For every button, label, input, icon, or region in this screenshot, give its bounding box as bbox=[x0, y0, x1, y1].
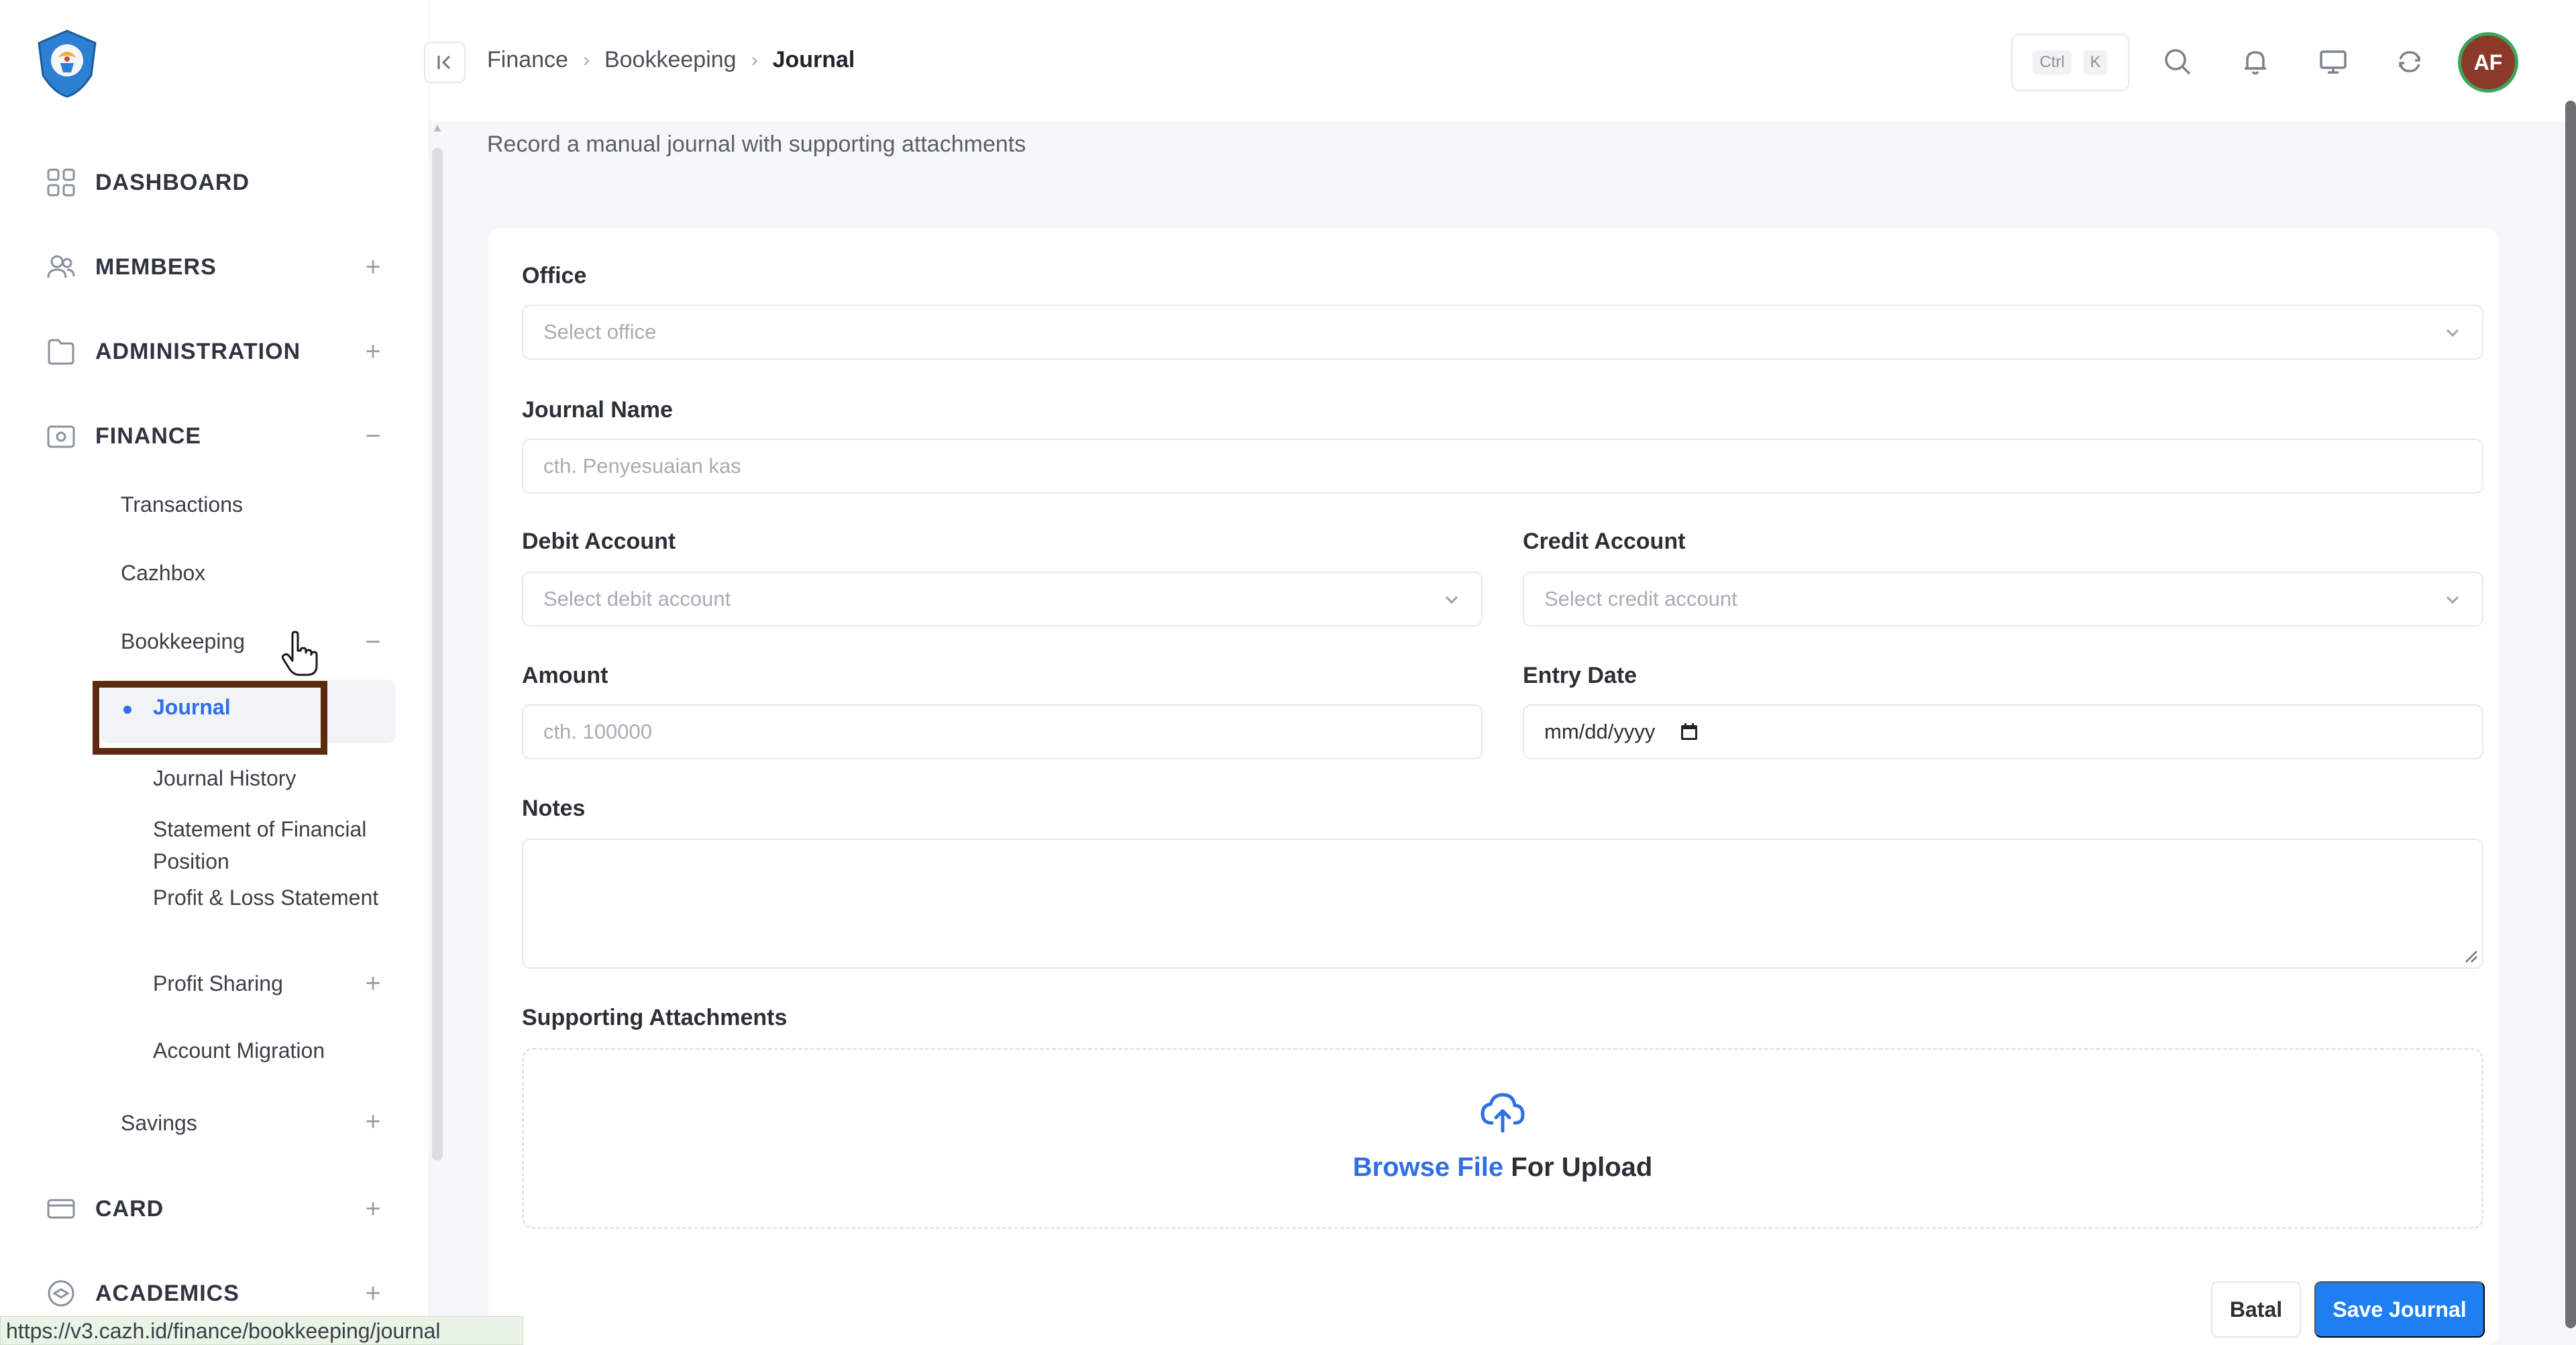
hand-cursor-icon bbox=[281, 631, 318, 676]
status-bar-url: https://v3.cazh.id/finance/bookkeeping/j… bbox=[0, 1316, 523, 1345]
debit-account-label: Debit Account bbox=[522, 529, 676, 554]
sidebar-item-label: MEMBERS bbox=[95, 254, 217, 280]
chevron-right-icon: › bbox=[751, 48, 758, 71]
sidebar-item-label: DASHBOARD bbox=[95, 169, 250, 195]
upload-instructions: Browse File For Upload bbox=[0, 1152, 2576, 1183]
credit-account-placeholder: Select credit account bbox=[1544, 587, 1737, 610]
cancel-button[interactable]: Batal bbox=[2211, 1281, 2301, 1338]
sidebar-item-savings[interactable]: Savings bbox=[121, 1111, 197, 1136]
expand-toggle[interactable]: + bbox=[360, 969, 386, 998]
attachments-label: Supporting Attachments bbox=[522, 1005, 788, 1030]
collapse-left-icon bbox=[437, 55, 451, 70]
sidebar-item-dashboard[interactable]: DASHBOARD bbox=[0, 156, 402, 209]
amount-input[interactable]: cth. 100000 bbox=[522, 704, 1483, 759]
resize-handle-icon[interactable] bbox=[2463, 949, 2478, 963]
folder-icon bbox=[46, 336, 76, 367]
kbd-k: K bbox=[2083, 50, 2108, 74]
journal-name-input[interactable]: cth. Penyesuaian kas bbox=[522, 439, 2483, 494]
academic-icon bbox=[46, 1278, 76, 1309]
sidebar-item-profit-sharing[interactable]: Profit Sharing bbox=[153, 967, 381, 1000]
sidebar-item-transactions[interactable]: Transactions bbox=[121, 492, 243, 517]
entry-date-placeholder: mm/dd/yyyy bbox=[1544, 720, 1656, 743]
expand-toggle[interactable]: + bbox=[360, 1279, 386, 1308]
breadcrumb-journal: Journal bbox=[772, 47, 855, 72]
scroll-up-icon[interactable]: ▲ bbox=[431, 121, 444, 134]
command-palette-shortcut[interactable]: Ctrl K bbox=[2011, 34, 2129, 91]
chevron-down-icon bbox=[1445, 596, 1458, 604]
cloud-upload-icon bbox=[1481, 1093, 1525, 1133]
sidebar-item-profit-loss[interactable]: Profit & Loss Statement bbox=[153, 881, 381, 914]
upload-suffix: For Upload bbox=[1503, 1152, 1653, 1182]
breadcrumb: Finance › Bookkeeping › Journal bbox=[487, 47, 855, 73]
expand-toggle[interactable]: + bbox=[360, 252, 386, 282]
collapse-sidebar-button[interactable] bbox=[424, 42, 466, 83]
kbd-ctrl: Ctrl bbox=[2033, 50, 2072, 74]
monitor-icon[interactable] bbox=[2314, 43, 2352, 80]
amount-label: Amount bbox=[522, 663, 608, 688]
breadcrumb-bookkeeping[interactable]: Bookkeeping bbox=[604, 47, 737, 73]
sidebar-item-journal-history[interactable]: Journal History bbox=[153, 762, 381, 794]
debit-account-select[interactable]: Select debit account bbox=[522, 572, 1483, 627]
save-journal-button[interactable]: Save Journal bbox=[2314, 1281, 2485, 1338]
amount-placeholder: cth. 100000 bbox=[543, 720, 653, 743]
chevron-down-icon bbox=[2446, 596, 2459, 604]
sidebar-item-academics[interactable]: ACADEMICS + bbox=[0, 1267, 402, 1320]
highlight-annotation bbox=[93, 681, 327, 755]
users-icon bbox=[46, 252, 76, 282]
chevron-down-icon bbox=[2446, 329, 2459, 337]
credit-account-label: Credit Account bbox=[1523, 529, 1686, 554]
grid-icon bbox=[46, 167, 76, 198]
calendar-icon[interactable] bbox=[1679, 722, 1699, 742]
avatar[interactable]: AF bbox=[2458, 32, 2518, 93]
sidebar-item-bookkeeping[interactable]: Bookkeeping bbox=[121, 629, 245, 654]
page-subtitle: Record a manual journal with supporting … bbox=[487, 131, 1026, 157]
logo-icon[interactable] bbox=[34, 28, 101, 99]
sidebar-item-label: ACADEMICS bbox=[95, 1280, 239, 1306]
expand-toggle[interactable]: + bbox=[360, 1107, 386, 1136]
sidebar-item-label: ADMINISTRATION bbox=[95, 338, 301, 364]
sidebar-item-cazhbox[interactable]: Cazhbox bbox=[121, 561, 205, 586]
bell-icon[interactable] bbox=[2237, 43, 2274, 80]
entry-date-input[interactable]: mm/dd/yyyy bbox=[1523, 704, 2483, 759]
sidebar-item-administration[interactable]: ADMINISTRATION + bbox=[0, 325, 402, 378]
collapse-toggle[interactable]: − bbox=[360, 421, 386, 451]
entry-date-label: Entry Date bbox=[1523, 663, 1638, 688]
sidebar: DASHBOARD MEMBERS + ADMINISTRATION + FIN… bbox=[0, 0, 429, 1345]
office-label: Office bbox=[522, 263, 587, 288]
chevron-right-icon: › bbox=[582, 48, 590, 71]
breadcrumb-finance[interactable]: Finance bbox=[487, 47, 568, 73]
page-scrollbar[interactable] bbox=[2565, 101, 2576, 1328]
card-icon bbox=[46, 1193, 76, 1224]
sidebar-item-members[interactable]: MEMBERS + bbox=[0, 240, 402, 294]
notes-label: Notes bbox=[522, 796, 586, 821]
sidebar-item-label: FINANCE bbox=[95, 423, 202, 449]
refresh-icon[interactable] bbox=[2391, 43, 2428, 80]
notes-textarea[interactable] bbox=[522, 839, 2483, 969]
journal-name-label: Journal Name bbox=[522, 397, 673, 423]
sidebar-item-finance[interactable]: FINANCE − bbox=[0, 409, 402, 463]
journal-name-placeholder: cth. Penyesuaian kas bbox=[543, 454, 741, 478]
collapse-toggle[interactable]: − bbox=[360, 627, 386, 657]
search-icon[interactable] bbox=[2159, 43, 2196, 80]
sidebar-item-financial-position[interactable]: Statement of Financial Position bbox=[153, 813, 381, 877]
sidebar-item-label: CARD bbox=[95, 1195, 164, 1222]
debit-account-placeholder: Select debit account bbox=[543, 587, 731, 610]
sidebar-item-card[interactable]: CARD + bbox=[0, 1182, 402, 1236]
expand-toggle[interactable]: + bbox=[360, 1194, 386, 1224]
browse-file-link[interactable]: Browse File bbox=[1353, 1152, 1504, 1182]
credit-account-select[interactable]: Select credit account bbox=[1523, 572, 2483, 627]
sidebar-item-account-migration[interactable]: Account Migration bbox=[153, 1034, 381, 1067]
office-placeholder: Select office bbox=[543, 320, 657, 343]
expand-toggle[interactable]: + bbox=[360, 337, 386, 366]
sidebar-scrollbar[interactable] bbox=[432, 148, 443, 1161]
wallet-icon bbox=[46, 421, 76, 451]
office-select[interactable]: Select office bbox=[522, 305, 2483, 360]
upload-dropzone[interactable] bbox=[522, 1048, 2483, 1229]
